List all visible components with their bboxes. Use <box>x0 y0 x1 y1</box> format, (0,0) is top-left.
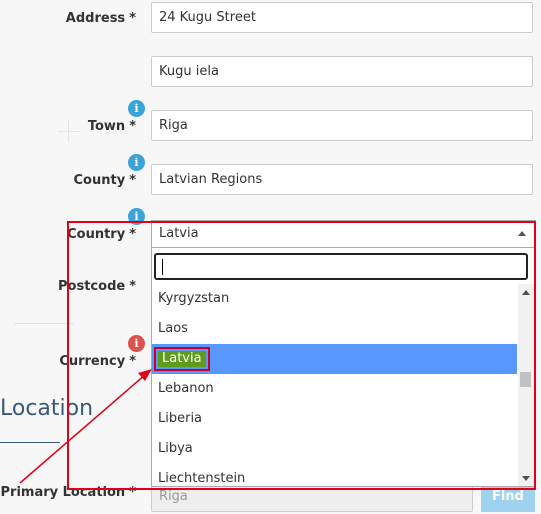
location-section-title: Location <box>0 396 94 421</box>
address-label: Address * <box>65 11 136 26</box>
country-dropdown: Kyrgyzstan Laos Latvia Lebanon Liberia L… <box>151 247 536 487</box>
country-select-value: Latvia <box>159 226 199 241</box>
country-select[interactable]: Latvia <box>151 220 536 247</box>
list-item[interactable]: Liechtenstein <box>152 464 517 486</box>
address-line1-input[interactable]: 24 Kugu Street <box>151 2 533 33</box>
crosshair-decoration <box>58 120 80 142</box>
postcode-label: Postcode * <box>58 279 136 294</box>
list-item[interactable]: Laos <box>152 314 517 344</box>
primary-location-label: Primary Location * <box>0 485 137 500</box>
country-label: Country * <box>67 227 136 242</box>
address-line2-input[interactable]: Kugu iela <box>151 56 533 87</box>
list-item[interactable]: Kyrgyzstan <box>152 284 517 314</box>
town-info-icon[interactable]: i <box>128 100 145 117</box>
chevron-up-icon <box>518 231 526 236</box>
currency-info-icon[interactable]: i <box>128 335 145 352</box>
county-info-icon[interactable]: i <box>128 154 145 171</box>
scroll-down-icon[interactable] <box>522 476 530 481</box>
list-item-selected[interactable]: Latvia <box>152 344 517 374</box>
list-item[interactable]: Libya <box>152 434 517 464</box>
country-info-icon[interactable]: i <box>128 208 145 225</box>
list-item[interactable]: Liberia <box>152 404 517 434</box>
scroll-thumb[interactable] <box>520 372 531 387</box>
town-label: Town * <box>87 119 136 134</box>
highlighted-option: Latvia <box>154 347 210 371</box>
text-caret <box>162 259 163 275</box>
scroll-up-icon[interactable] <box>522 290 530 295</box>
county-label: County * <box>73 173 136 188</box>
dropdown-scrollbar[interactable] <box>518 284 534 486</box>
section-underline <box>0 442 60 443</box>
dropdown-list[interactable]: Kyrgyzstan Laos Latvia Lebanon Liberia L… <box>152 284 517 486</box>
dropdown-search-input[interactable] <box>154 253 528 280</box>
county-input[interactable]: Latvian Regions <box>151 164 533 195</box>
town-input[interactable]: Riga <box>151 110 533 141</box>
divider <box>14 323 74 324</box>
list-item[interactable]: Lebanon <box>152 374 517 404</box>
currency-label: Currency * <box>59 354 136 369</box>
